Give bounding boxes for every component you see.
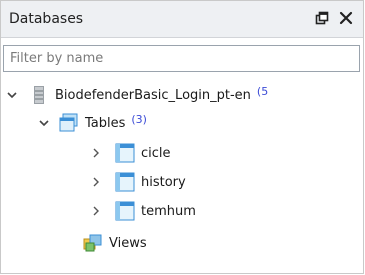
- table-icon: [115, 143, 135, 163]
- tree-node-tables[interactable]: Tables (3): [37, 109, 147, 137]
- database-icon: [29, 85, 49, 105]
- filter-input[interactable]: [3, 45, 360, 72]
- table-name: cicle: [141, 145, 171, 161]
- tree-node-database[interactable]: BiodefenderBasic_Login_pt-en (5: [5, 81, 268, 109]
- database-name: BiodefenderBasic_Login_pt-en: [55, 87, 251, 103]
- table-name: history: [141, 174, 186, 190]
- panel-title: Databases: [9, 11, 84, 27]
- close-icon[interactable]: [335, 7, 357, 29]
- table-icon: [115, 201, 135, 221]
- views-label: Views: [109, 235, 147, 251]
- tree-node-views[interactable]: Views: [79, 229, 147, 257]
- views-folder-icon: [83, 233, 103, 253]
- database-tree: BiodefenderBasic_Login_pt-en (5 Tables (…: [1, 79, 363, 274]
- table-row[interactable]: history: [89, 168, 186, 196]
- table-name: temhum: [141, 203, 196, 219]
- database-badge: (5: [256, 84, 269, 98]
- databases-panel: Databases Filter by name BiodefenderBasi…: [0, 0, 364, 274]
- chevron-right-icon[interactable]: [89, 175, 103, 189]
- chevron-down-icon[interactable]: [5, 88, 19, 102]
- table-row[interactable]: temhum: [89, 197, 196, 225]
- chevron-right-icon[interactable]: [89, 146, 103, 160]
- chevron-down-icon[interactable]: [37, 116, 51, 130]
- float-window-icon[interactable]: [311, 7, 333, 29]
- panel-header: Databases: [1, 1, 363, 38]
- tables-label: Tables: [85, 115, 126, 131]
- table-row[interactable]: cicle: [89, 139, 171, 167]
- chevron-right-icon[interactable]: [89, 204, 103, 218]
- tables-folder-icon: [59, 113, 79, 133]
- tables-count: (3): [131, 112, 147, 126]
- table-icon: [115, 172, 135, 192]
